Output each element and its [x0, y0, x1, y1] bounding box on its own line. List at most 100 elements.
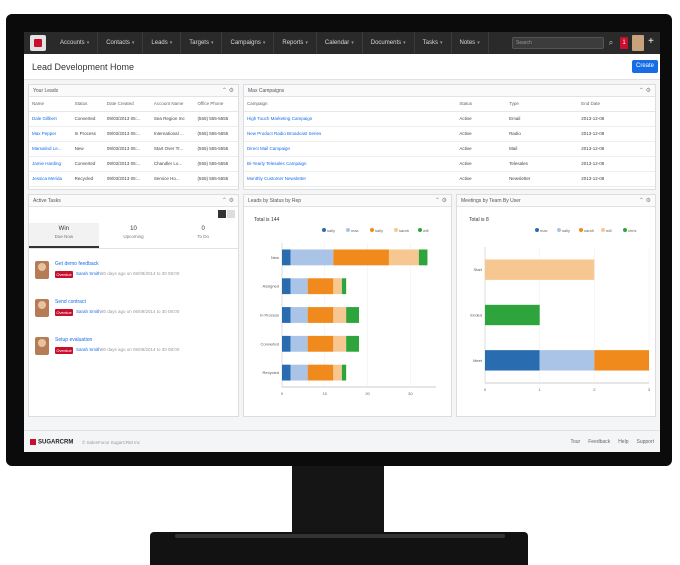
table-row[interactable]: Jamie Harding Converted 09/03/2013 05:... C… [29, 156, 238, 172]
sugarcrm-logo-icon[interactable] [30, 35, 46, 51]
tab-upcoming[interactable]: 10 Upcoming [99, 223, 169, 248]
table-row[interactable]: Jessica Merida Recycled 09/03/2013 05:... S… [29, 171, 238, 187]
dashlet-controls-icon[interactable]: ⌃ ⚙ [639, 87, 651, 94]
nav-item-notes[interactable]: Notes ▾ [452, 32, 489, 54]
nav-item-targets[interactable]: Targets ▾ [181, 32, 223, 54]
nav-item-reports[interactable]: Reports ▾ [274, 32, 317, 54]
column-header[interactable]: End Date [578, 97, 655, 112]
lead-name-link[interactable]: Marsalind Le... [29, 141, 72, 157]
campaign-name-link[interactable]: High Touch Marketing Campaign [244, 111, 457, 127]
search-input[interactable]: Search [512, 37, 604, 49]
legend-swatch[interactable] [394, 228, 398, 232]
footer-link-help[interactable]: Help [618, 439, 628, 445]
bar-segment[interactable] [346, 307, 359, 323]
avatar[interactable] [35, 299, 49, 317]
quick-create-icon[interactable]: + [648, 36, 654, 47]
bar-segment[interactable] [290, 278, 308, 295]
avatar[interactable] [35, 337, 49, 355]
bar-segment[interactable] [282, 278, 291, 295]
legend-swatch[interactable] [535, 228, 539, 232]
footer-link-feedback[interactable]: Feedback [588, 439, 610, 445]
search-icon[interactable]: ⌕ [606, 37, 616, 49]
table-row[interactable]: New Product Radio Broadcast Series Active… [244, 126, 655, 142]
bar-segment[interactable] [333, 278, 342, 295]
bar-segment[interactable] [282, 249, 291, 266]
table-row[interactable]: High Touch Marketing Campaign Active Email… [244, 111, 655, 127]
lead-name-link[interactable]: Dale Gillbert [29, 111, 72, 127]
lead-name-link[interactable]: Max Pepper [29, 126, 72, 142]
table-row[interactable]: Marsalind Le... New 09/03/2013 05:... Start… [29, 141, 238, 157]
notification-badge[interactable]: 1 [620, 37, 628, 49]
avatar[interactable] [35, 261, 49, 279]
tab-to-do[interactable]: 0 To Do [168, 223, 238, 248]
campaign-name-link[interactable]: Monthly Customer Newsletter [244, 171, 457, 187]
bar-segment[interactable] [485, 259, 595, 280]
bar-segment[interactable] [346, 335, 359, 352]
bar-segment[interactable] [290, 249, 334, 266]
legend-swatch[interactable] [579, 228, 583, 232]
bar-segment[interactable] [333, 364, 342, 381]
dashlet-controls-icon[interactable]: ⌃ ⚙ [639, 197, 651, 204]
bar-segment[interactable] [307, 335, 334, 352]
bar-segment[interactable] [485, 304, 540, 326]
nav-item-tasks[interactable]: Tasks ▾ [415, 32, 452, 54]
nav-item-campaigns[interactable]: Campaigns ▾ [222, 32, 275, 54]
bar-segment[interactable] [290, 364, 308, 381]
view-toggle-icon[interactable] [218, 210, 226, 218]
dashlet-controls-icon[interactable]: ⌃ ⚙ [222, 197, 234, 204]
bar-segment[interactable] [307, 278, 334, 295]
legend-swatch[interactable] [370, 228, 374, 232]
bar-segment[interactable] [282, 307, 291, 323]
table-row[interactable]: Direct Mail Campaign Active Mail 2013-12-08 [244, 141, 655, 157]
table-row[interactable]: Dale Gillbert Converted 09/03/2013 05:... S… [29, 111, 238, 127]
campaign-name-link[interactable]: New Product Radio Broadcast Series [244, 126, 457, 142]
task-title-link[interactable]: Send contract [55, 299, 86, 305]
column-header[interactable]: Date Created [103, 97, 151, 112]
nav-item-accounts[interactable]: Accounts ▾ [52, 32, 99, 54]
footer-link-tour[interactable]: Tour [570, 439, 580, 445]
bar-segment[interactable] [539, 350, 595, 371]
bar-segment[interactable] [341, 364, 347, 381]
column-header[interactable]: Status [456, 97, 507, 112]
column-header[interactable]: Account Name [150, 97, 195, 112]
bar-segment[interactable] [418, 249, 428, 266]
task-title-link[interactable]: Setup evaluation [55, 337, 92, 343]
lead-name-link[interactable]: Jessica Merida [29, 171, 72, 187]
assigned-user-link[interactable]: Sarah Smith [76, 347, 101, 352]
campaign-name-link[interactable]: Direct Mail Campaign [244, 141, 457, 157]
column-header[interactable]: Name [29, 97, 72, 112]
column-header[interactable]: Office Phone [194, 97, 238, 112]
legend-swatch[interactable] [418, 228, 422, 232]
nav-item-leads[interactable]: Leads ▾ [143, 32, 182, 54]
legend-swatch[interactable] [601, 228, 605, 232]
user-avatar[interactable] [632, 35, 644, 51]
nav-item-contacts[interactable]: Contacts ▾ [98, 32, 144, 54]
column-header[interactable]: Status [71, 97, 104, 112]
legend-swatch[interactable] [557, 228, 561, 232]
nav-item-documents[interactable]: Documents ▾ [363, 32, 415, 54]
tab-due-now[interactable]: Win Due Now [29, 223, 99, 248]
nav-item-calendar[interactable]: Calendar ▾ [317, 32, 363, 54]
dashlet-controls-icon[interactable]: ⌃ ⚙ [222, 87, 234, 94]
column-header[interactable]: Type [506, 97, 579, 112]
bar-segment[interactable] [307, 307, 334, 323]
legend-swatch[interactable] [623, 228, 627, 232]
table-row[interactable]: Max Pepper In Process 09/03/2013 05:... Int… [29, 126, 238, 142]
add-task-icon[interactable] [227, 210, 235, 218]
assigned-user-link[interactable]: Sarah Smith [76, 271, 101, 276]
bar-segment[interactable] [333, 249, 389, 266]
table-row[interactable]: Monthly Customer Newsletter Active Newslet… [244, 171, 655, 187]
bar-segment[interactable] [485, 350, 540, 371]
bar-segment[interactable] [341, 278, 347, 295]
bar-segment[interactable] [282, 364, 291, 381]
bar-segment[interactable] [333, 307, 347, 323]
bar-segment[interactable] [290, 335, 308, 352]
table-row[interactable]: Bi-Yearly Telesales Campaign Active Telesa… [244, 156, 655, 172]
bar-segment[interactable] [307, 364, 334, 381]
column-header[interactable]: Campaign [244, 97, 457, 112]
bar-segment[interactable] [594, 350, 649, 371]
bar-segment[interactable] [333, 335, 347, 352]
dashlet-controls-icon[interactable]: ⌃ ⚙ [435, 197, 447, 204]
bar-segment[interactable] [290, 307, 308, 323]
bar-segment[interactable] [282, 335, 291, 352]
